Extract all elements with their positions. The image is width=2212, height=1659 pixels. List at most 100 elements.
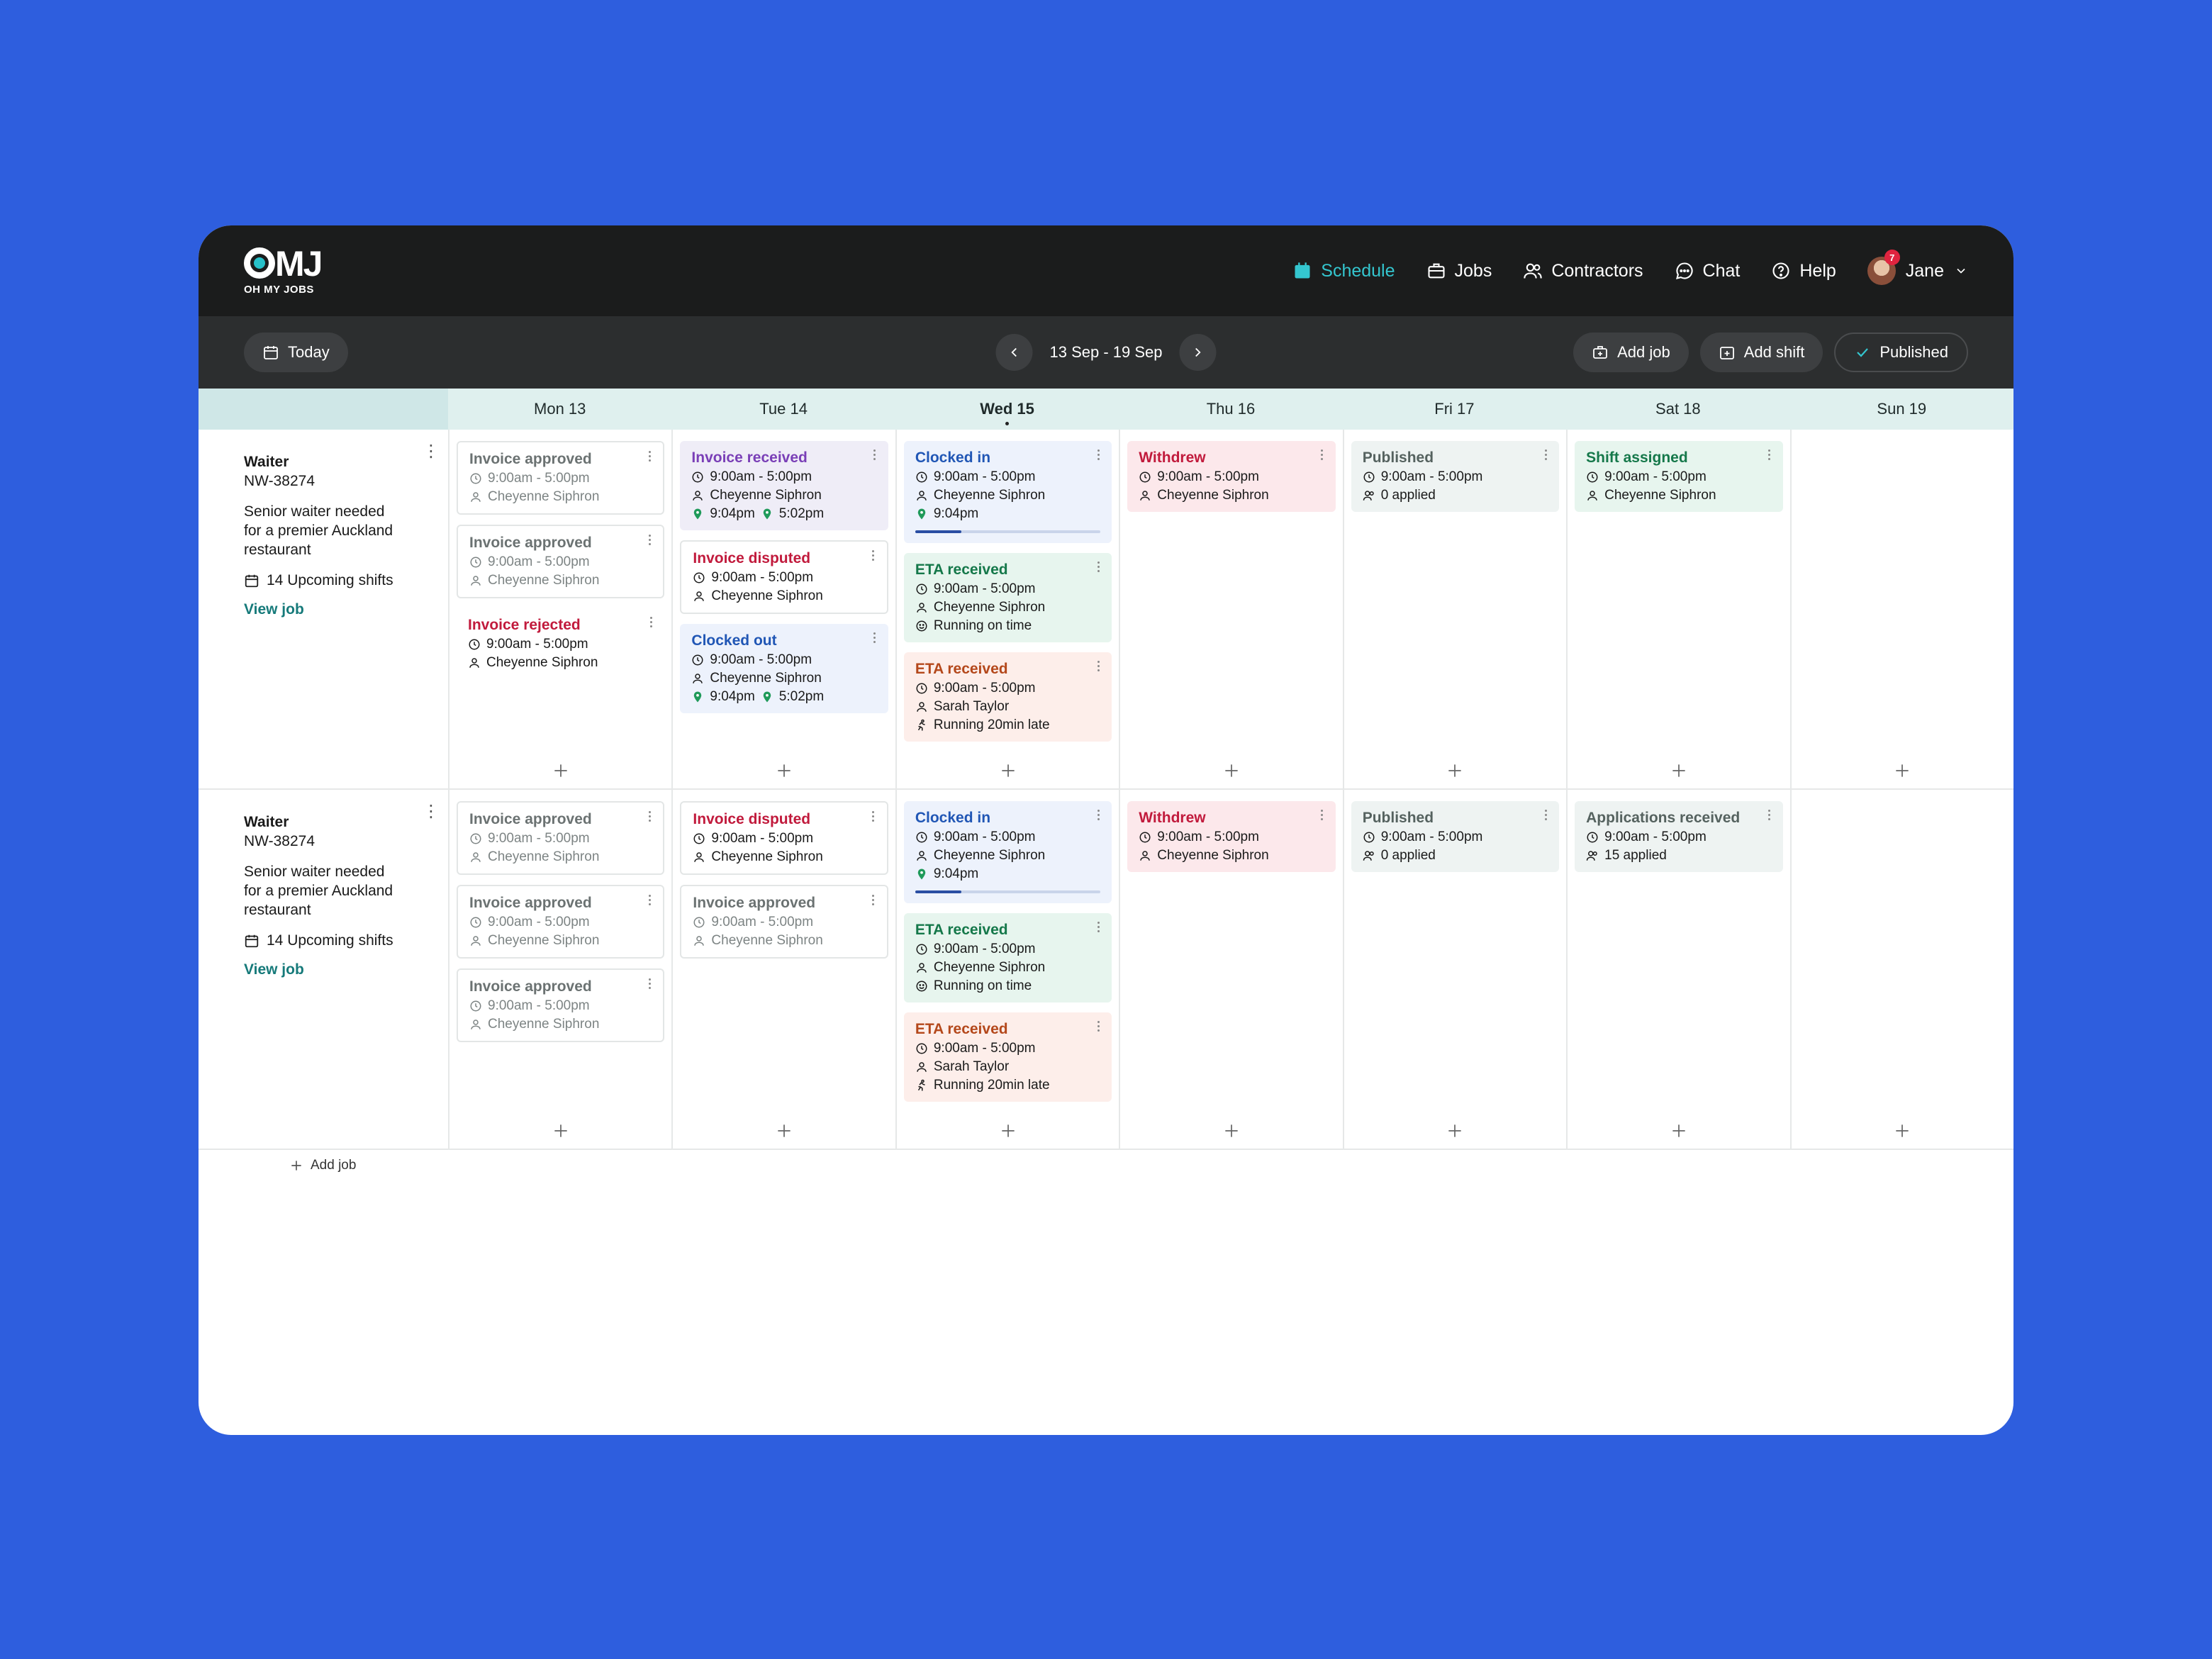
card-menu-icon[interactable] [870, 550, 877, 561]
shift-card[interactable]: Applications received 9:00am - 5:00pm 15 a… [1575, 801, 1783, 872]
shift-card[interactable]: ETA received 9:00am - 5:00pm Cheyenne Siph… [903, 913, 1112, 1002]
shift-card[interactable]: Withdrew 9:00am - 5:00pm Cheyenne Siphron [1127, 801, 1336, 872]
shift-card[interactable]: Published 9:00am - 5:00pm 0 applied [1351, 801, 1560, 872]
view-job-link[interactable]: View job [244, 960, 304, 979]
shift-card[interactable]: Invoice received 9:00am - 5:00pm Cheyenne … [680, 441, 888, 530]
card-menu-icon[interactable] [871, 449, 878, 460]
nav-help[interactable]: Help [1771, 261, 1836, 281]
today-label: Today [288, 343, 330, 361]
card-menu-icon[interactable] [1766, 810, 1773, 820]
next-week-button[interactable] [1179, 334, 1217, 371]
view-job-link[interactable]: View job [244, 600, 304, 619]
shift-card[interactable]: Invoice approved 9:00am - 5:00pm Cheyenne … [457, 441, 665, 515]
shift-card[interactable]: Published 9:00am - 5:00pm 0 applied [1351, 441, 1560, 512]
shift-card[interactable]: Invoice disputed 9:00am - 5:00pm Cheyenne … [680, 801, 888, 875]
card-menu-icon[interactable] [1319, 449, 1326, 460]
main-nav: Schedule Jobs Contractors Chat Help 7 Ja… [1292, 250, 1968, 285]
add-shift-plus-icon[interactable] [1446, 1122, 1464, 1140]
nav-jobs[interactable]: Jobs [1426, 261, 1492, 281]
day-cell: Invoice approved 9:00am - 5:00pm Cheyenne … [448, 790, 671, 1149]
day-cell: Clocked in 9:00am - 5:00pm Cheyenne Siphro… [895, 790, 1119, 1149]
card-menu-icon[interactable] [646, 535, 653, 545]
shift-card[interactable]: Invoice rejected 9:00am - 5:00pm Cheyenne … [457, 608, 664, 679]
shift-time: 9:00am - 5:00pm [1363, 828, 1548, 847]
shift-card[interactable]: Invoice approved 9:00am - 5:00pm Cheyenne … [680, 885, 888, 959]
today-button[interactable]: Today [244, 333, 348, 372]
add-shift-plus-icon[interactable] [999, 761, 1017, 780]
add-shift-plus-icon[interactable] [552, 1122, 570, 1140]
shift-card[interactable]: Clocked out 9:00am - 5:00pm Cheyenne Siphr… [680, 624, 888, 713]
shift-card[interactable]: Clocked in 9:00am - 5:00pm Cheyenne Siphro… [903, 441, 1112, 543]
card-menu-icon[interactable] [1095, 922, 1102, 932]
card-menu-icon[interactable] [1095, 1021, 1102, 1032]
shift-card[interactable]: ETA received 9:00am - 5:00pm Cheyenne Siph… [903, 553, 1112, 642]
shift-time: 9:00am - 5:00pm [693, 830, 875, 848]
add-shift-button[interactable]: Add shift [1699, 333, 1823, 372]
job-menu-icon[interactable]: ⋮ [423, 803, 440, 820]
shift-card[interactable]: ETA received 9:00am - 5:00pm Sarah Taylor R… [903, 1012, 1112, 1102]
card-menu-icon[interactable] [1095, 562, 1102, 572]
shift-card[interactable]: Withdrew 9:00am - 5:00pm Cheyenne Siphron [1127, 441, 1336, 512]
card-menu-icon[interactable] [646, 895, 653, 905]
shift-card[interactable]: Shift assigned 9:00am - 5:00pm Cheyenne Si… [1575, 441, 1783, 512]
card-menu-icon[interactable] [646, 978, 653, 989]
published-button[interactable]: Published [1834, 333, 1968, 372]
card-menu-icon[interactable] [1095, 661, 1102, 671]
shift-person-name: Cheyenne Siphron [488, 1017, 600, 1032]
add-shift-plus-icon[interactable] [552, 761, 570, 780]
nav-chat[interactable]: Chat [1675, 261, 1740, 281]
shift-card[interactable]: Invoice approved 9:00am - 5:00pm Cheyenne … [457, 885, 665, 959]
previous-week-button[interactable] [995, 334, 1033, 371]
card-menu-icon[interactable] [1542, 449, 1549, 460]
add-shift-plus-icon[interactable] [775, 1122, 793, 1140]
card-menu-icon[interactable] [646, 451, 653, 462]
nav-contractors[interactable]: Contractors [1523, 261, 1643, 281]
card-menu-icon[interactable] [1766, 449, 1773, 460]
shift-card[interactable]: Invoice approved 9:00am - 5:00pm Cheyenne … [457, 801, 665, 875]
add-shift-plus-icon[interactable] [775, 761, 793, 780]
card-menu-icon[interactable] [1319, 810, 1326, 820]
shift-person: Cheyenne Siphron [915, 486, 1100, 505]
shift-time: 9:00am - 5:00pm [469, 913, 652, 932]
user-icon [471, 1020, 481, 1029]
shift-card[interactable]: Clocked in 9:00am - 5:00pm Cheyenne Siphro… [903, 801, 1112, 903]
card-menu-icon[interactable] [1095, 810, 1102, 820]
card-menu-icon[interactable] [1542, 810, 1549, 820]
shift-card[interactable]: Invoice disputed 9:00am - 5:00pm Cheyenne … [680, 540, 888, 614]
user-icon [471, 852, 481, 862]
user-menu[interactable]: 7 Jane [1867, 250, 1968, 285]
shift-time: 9:00am - 5:00pm [693, 913, 875, 932]
card-menu-icon[interactable] [871, 632, 878, 643]
card-menu-icon[interactable] [870, 895, 877, 905]
add-job-button[interactable]: Add job [1573, 333, 1689, 372]
shift-card[interactable]: Invoice approved 9:00am - 5:00pm Cheyenne … [457, 968, 665, 1042]
logo[interactable]: MJ OH MY JOBS [244, 246, 323, 296]
add-shift-plus-icon[interactable] [1670, 761, 1688, 780]
card-menu-icon[interactable] [646, 811, 653, 822]
calendar-icon [264, 346, 278, 359]
shift-person: Cheyenne Siphron [693, 848, 875, 866]
shift-card[interactable]: ETA received 9:00am - 5:00pm Sarah Taylor R… [903, 652, 1112, 742]
card-menu-icon[interactable] [647, 617, 654, 627]
add-shift-plus-icon[interactable] [1222, 761, 1241, 780]
location-pin-icon [694, 691, 702, 703]
card-menu-icon[interactable] [870, 811, 877, 822]
add-job-row-button[interactable]: Add job [199, 1150, 432, 1181]
add-shift-plus-icon[interactable] [1670, 1122, 1688, 1140]
nav-schedule[interactable]: Schedule [1292, 261, 1395, 281]
add-shift-plus-icon[interactable] [1222, 1122, 1241, 1140]
add-shift-plus-icon[interactable] [1893, 761, 1911, 780]
shift-time-text: 9:00am - 5:00pm [933, 830, 1036, 844]
user-icon [1140, 851, 1151, 861]
add-shift-plus-icon[interactable] [1446, 761, 1464, 780]
user-icon [1140, 491, 1151, 501]
job-info: ⋮ Waiter NW-38274 Senior waiter needed for … [199, 430, 448, 788]
add-shift-plus-icon[interactable] [1893, 1122, 1911, 1140]
card-menu-icon[interactable] [1095, 449, 1102, 460]
add-shift-plus-icon[interactable] [999, 1122, 1017, 1140]
shift-card[interactable]: Invoice approved 9:00am - 5:00pm Cheyenne … [457, 525, 665, 598]
shift-time: 9:00am - 5:00pm [469, 997, 652, 1015]
job-menu-icon[interactable]: ⋮ [423, 443, 440, 460]
upcoming-shifts: 14 Upcoming shifts [244, 571, 403, 590]
add-job-label: Add job [1617, 343, 1670, 361]
